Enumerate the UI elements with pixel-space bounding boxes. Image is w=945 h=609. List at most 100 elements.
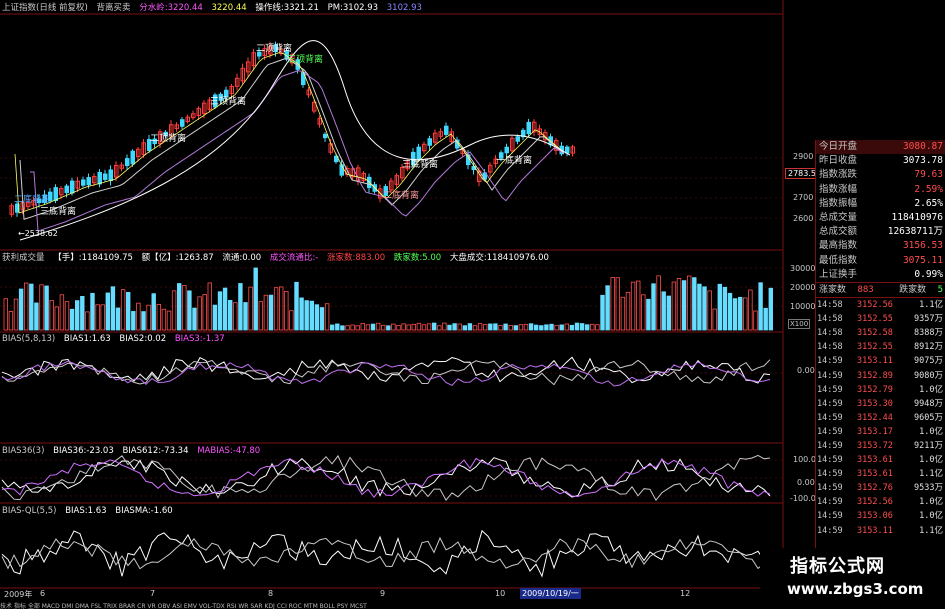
stat-row: 最低指数 3075.11 — [816, 254, 945, 268]
stat-label: 指数涨幅 — [819, 183, 858, 195]
price-axis-2900: 2900 — [793, 152, 814, 161]
volume-bar — [227, 299, 233, 331]
stat-label: 今日开盘 — [819, 141, 858, 152]
volume-bar — [329, 324, 335, 331]
tick-vol: 9080万 — [914, 370, 943, 381]
volume-bar — [59, 294, 65, 331]
volume-bar — [482, 324, 488, 331]
tick-row[interactable]: 14:59 3153.72 9211万 — [816, 439, 945, 453]
volume-bar — [80, 296, 85, 331]
tick-row[interactable]: 14:59 3153.11 9075万 — [816, 354, 945, 368]
volume-bar — [238, 283, 243, 331]
tick-time: 14:59 — [817, 441, 843, 451]
volume-bar — [202, 294, 207, 331]
volume-bar — [620, 296, 626, 331]
tick-vol: 1.0亿 — [919, 384, 943, 395]
tick-row[interactable]: 14:59 3153.11 1.1亿 — [816, 524, 945, 538]
volume-bar — [120, 289, 126, 331]
tick-row[interactable]: 14:58 3152.56 1.1亿 — [816, 298, 945, 312]
volume-bar — [233, 302, 238, 331]
volume-bar — [467, 323, 473, 331]
candle-body — [86, 177, 91, 186]
volume-bar — [335, 323, 340, 331]
volume-bar — [712, 308, 717, 331]
bias1-item-3: BIAS3:-1.37 — [174, 334, 225, 344]
main-item-2: 操作线:3321.21 — [255, 3, 319, 13]
volume-bar — [212, 304, 218, 331]
tick-row[interactable]: 14:58 3152.58 8388万 — [816, 326, 945, 340]
volume-bar — [732, 298, 738, 331]
volume-bar — [156, 303, 161, 331]
tick-time: 14:59 — [817, 497, 843, 508]
tick-row[interactable]: 14:59 3153.06 1.0亿 — [816, 509, 945, 523]
main-item-0: 分水岭:3220.44 — [139, 3, 203, 13]
tick-row[interactable]: 14:59 3153.30 9948万 — [816, 397, 945, 411]
volume-bar — [676, 277, 682, 331]
volume-bar — [646, 298, 651, 331]
stat-label: 上证换手 — [819, 268, 858, 280]
volume-bar — [457, 323, 462, 331]
volume-bar — [273, 287, 279, 331]
vol-item-5: 涨家数:883.00 — [327, 253, 386, 263]
volume-bar — [743, 297, 748, 331]
volume-bar — [268, 294, 274, 331]
tick-row[interactable]: 14:59 3152.44 9605万 — [816, 411, 945, 425]
volume-bar — [197, 296, 202, 331]
updown-row: 涨家数 883 跌家数 5 — [816, 283, 945, 297]
indicator-tabs[interactable]: 技术 指标 全部 MACD DMI DMA FSL TRIX BRAR CR V… — [0, 601, 760, 609]
volume-bar — [661, 291, 666, 331]
bias-lines — [1, 356, 771, 578]
volume-bar — [488, 323, 493, 331]
stat-label: 最高指数 — [819, 240, 858, 252]
date-month-9: 9 — [380, 589, 386, 598]
tick-vol: 8912万 — [914, 342, 943, 353]
volume-bar — [615, 277, 620, 331]
candle-body — [64, 185, 69, 194]
volume-bar — [758, 282, 763, 331]
annotation-9: 一底背离 — [496, 156, 533, 166]
volume-bar — [421, 324, 427, 331]
tick-time: 14:59 — [817, 469, 843, 480]
volume-bar — [717, 283, 722, 331]
tick-row[interactable]: 14:59 3152.89 9080万 — [816, 369, 945, 383]
price-axis-2700: 2700 — [793, 193, 814, 202]
stat-row: 最高指数 3156.53 — [816, 239, 945, 253]
volume-bar — [722, 286, 728, 331]
annotation-8: 三顶背离 — [287, 55, 324, 65]
bias2-item-1: BIAS36:-23.03 — [53, 446, 114, 456]
date-month-12: 12 — [680, 589, 691, 598]
vol-item-3: 流通:0.00 — [222, 253, 262, 263]
volume-bar — [34, 302, 39, 331]
tick-row[interactable]: 14:59 3153.61 1.0亿 — [816, 453, 945, 467]
stat-label: 最低指数 — [819, 254, 858, 266]
volume-bar — [518, 324, 524, 331]
volume-bar — [243, 302, 248, 331]
tick-row[interactable]: 14:59 3152.76 9533万 — [816, 481, 945, 495]
tick-row[interactable]: 14:58 3152.55 9357万 — [816, 312, 945, 326]
tick-row[interactable]: 14:59 3152.79 1.0亿 — [816, 383, 945, 397]
volume-bar — [365, 324, 371, 331]
date-month-7: 7 — [150, 589, 156, 598]
volume-bar — [625, 291, 631, 331]
tick-time: 14:59 — [817, 525, 843, 536]
volume-bar — [528, 323, 534, 331]
main-item-1: 3220.44 — [211, 3, 247, 13]
tick-list[interactable]: 14:58 3152.56 1.1亿 14:58 3152.55 9357万 14:58 31… — [816, 298, 945, 538]
bias36-line — [1, 457, 771, 498]
candle-body — [323, 133, 328, 139]
tick-row[interactable]: 14:59 3153.61 1.1亿 — [816, 467, 945, 481]
watermark-title: 指标公式网 — [790, 556, 885, 577]
volume-bar — [692, 277, 697, 331]
bias2-axis-top: 100.0 — [793, 455, 816, 464]
tick-row[interactable]: 14:59 3153.17 1.0亿 — [816, 425, 945, 439]
main-item-4: 3102.93 — [386, 3, 422, 13]
candle-body — [103, 173, 108, 180]
tick-row[interactable]: 14:58 3152.55 8912万 — [816, 340, 945, 354]
bias1-header: BIAS(5,8,13) BIAS1:1.63 BIAS2:0.02 BIAS3… — [2, 333, 231, 345]
indicator-name[interactable]: 背离买卖 — [97, 3, 131, 13]
date-month-10: 10 — [495, 589, 506, 598]
tick-vol: 9948万 — [914, 398, 943, 409]
volume-bar — [472, 325, 478, 331]
tick-row[interactable]: 14:59 3152.56 1.0亿 — [816, 495, 945, 509]
vol-axis-10000: 10000 — [790, 302, 816, 311]
